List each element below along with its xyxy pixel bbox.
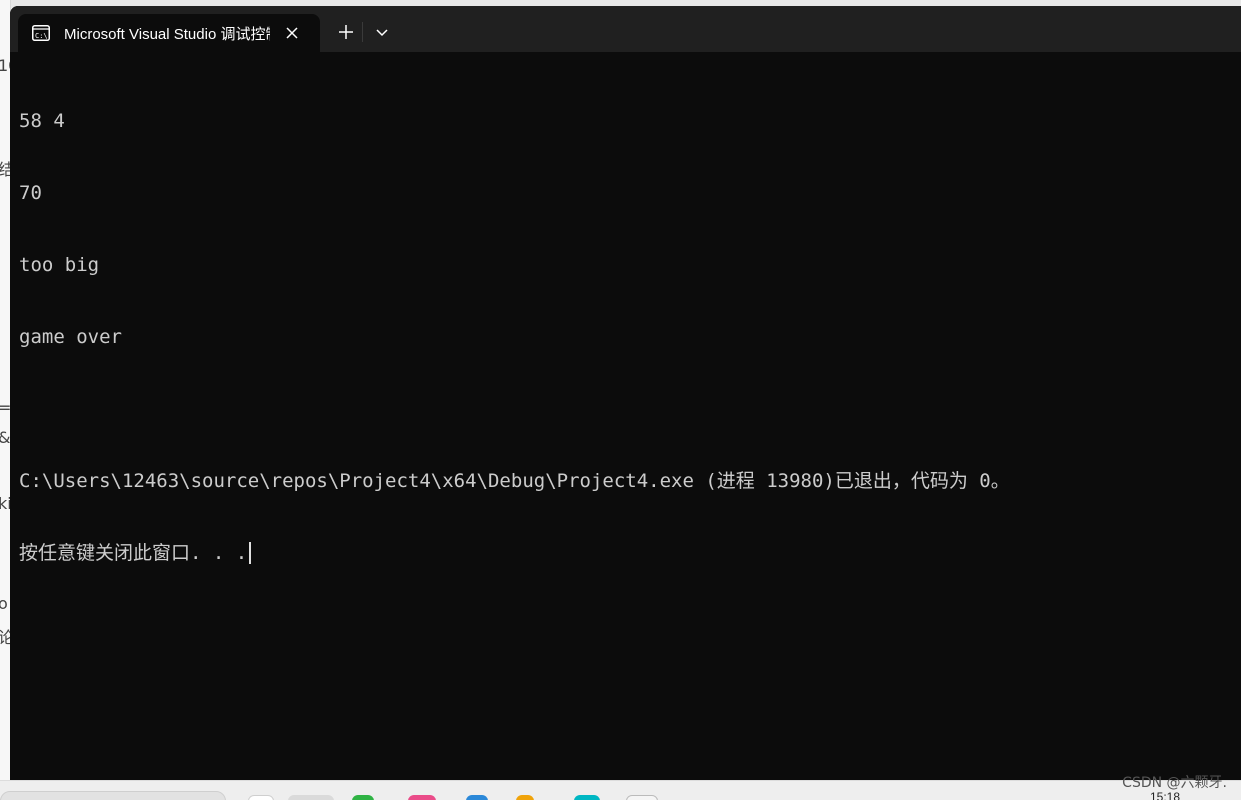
console-prompt-line: 按任意键关闭此窗口. . . [19, 541, 1229, 565]
window-icon[interactable] [626, 795, 658, 800]
wechat-icon[interactable] [352, 795, 374, 800]
console-line: 按任意键关闭此窗口. . . [19, 542, 248, 564]
chevron-down-icon[interactable] [372, 22, 392, 42]
console-line: too big [19, 254, 100, 276]
visual-studio-icon[interactable] [288, 795, 334, 800]
close-icon[interactable] [284, 25, 300, 41]
watermark: CSDN @六颗牙. [1122, 775, 1227, 791]
app-icon[interactable] [408, 795, 436, 800]
background-text: & [0, 428, 10, 447]
taskbar-search-box[interactable] [0, 791, 226, 800]
console-line: 70 [19, 182, 42, 204]
browser-icon[interactable] [574, 795, 600, 800]
text-cursor [249, 542, 252, 564]
console-line: C:\Users\12463\source\repos\Project4\x64… [19, 470, 1010, 492]
desktop: 10 结 = & ki o 论 C:\ Microsoft Visual Stu… [0, 0, 1241, 800]
plus-icon[interactable] [334, 20, 358, 44]
tab-debug-console[interactable]: C:\ Microsoft Visual Studio 调试控制台 [18, 14, 320, 52]
file-explorer-icon[interactable] [248, 795, 274, 800]
calendar-icon[interactable] [466, 795, 488, 800]
title-bar[interactable]: C:\ Microsoft Visual Studio 调试控制台 [10, 6, 1241, 52]
console-line: 58 4 [19, 110, 65, 132]
tab-divider [362, 22, 363, 42]
svg-text:C:\: C:\ [35, 32, 48, 40]
folder-icon[interactable] [516, 795, 534, 800]
console-line: game over [19, 326, 122, 348]
background-text: o [0, 594, 8, 613]
terminal-window: C:\ Microsoft Visual Studio 调试控制台 [10, 6, 1241, 780]
taskbar [0, 780, 1241, 800]
terminal-icon: C:\ [32, 25, 50, 41]
console-output[interactable]: 58 4 70 too big game over C:\Users\12463… [19, 61, 1229, 613]
tab-title: Microsoft Visual Studio 调试控制台 [64, 25, 270, 43]
